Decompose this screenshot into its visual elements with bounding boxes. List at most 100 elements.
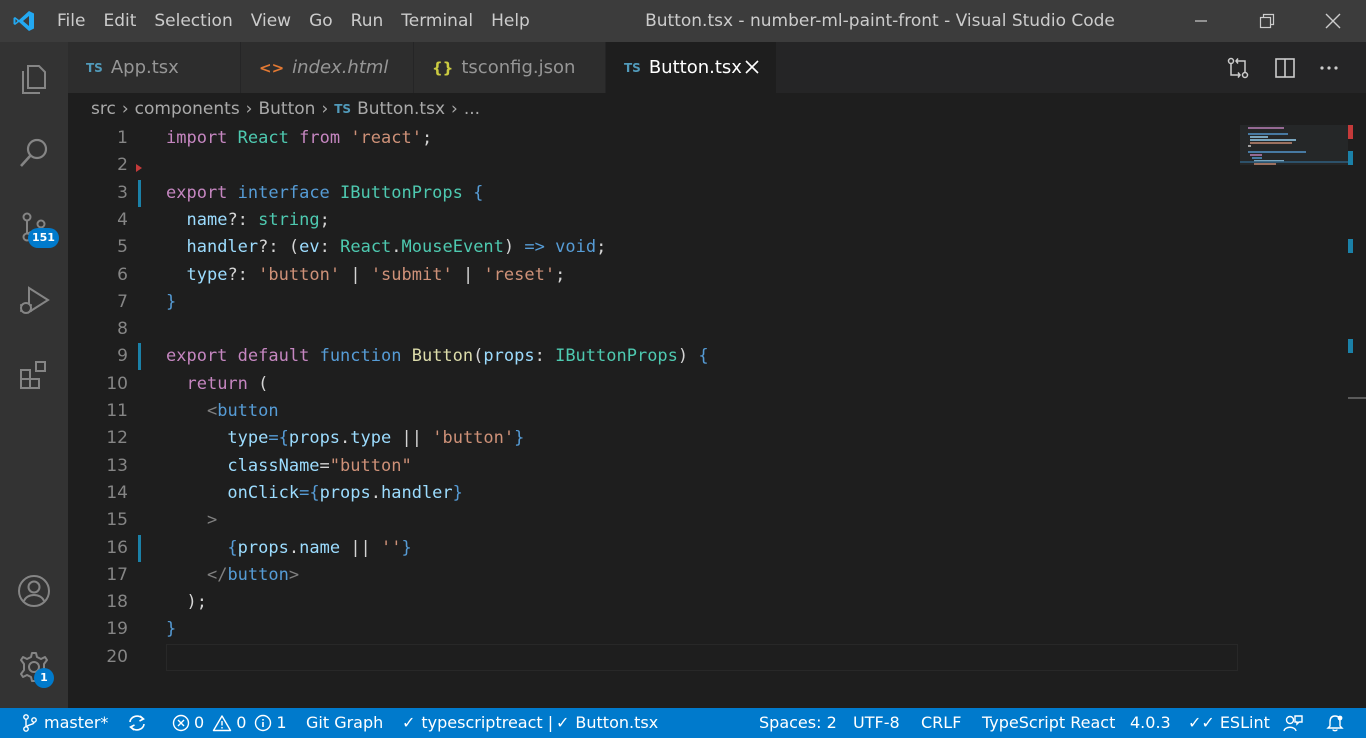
code-line[interactable]: 1 import React from 'react';: [68, 125, 1238, 152]
vscode-logo-icon: [0, 0, 48, 42]
code-line[interactable]: 15 >: [68, 507, 1238, 534]
code-text: >: [206, 510, 218, 531]
extensions-button[interactable]: [0, 338, 68, 412]
menu-run[interactable]: Run: [342, 0, 393, 42]
menu-help[interactable]: Help: [482, 0, 539, 42]
language-mode-selector[interactable]: TypeScript React: [982, 708, 1115, 738]
menu-edit[interactable]: Edit: [94, 0, 145, 42]
code-line[interactable]: 20: [68, 643, 1238, 671]
problems-indicator[interactable]: 0 0 1: [172, 708, 287, 738]
tab-tsconfig-json[interactable]: {} tsconfig.json: [414, 42, 606, 93]
breadcrumb-item[interactable]: components: [135, 99, 240, 119]
typescript-version[interactable]: 4.0.3: [1130, 708, 1171, 738]
close-window-button[interactable]: [1300, 0, 1366, 42]
code-line[interactable]: 12 type={props.type || 'button'}: [68, 425, 1238, 452]
split-editor-button[interactable]: [1271, 54, 1299, 82]
settings-update-badge: 1: [34, 668, 54, 688]
code-line[interactable]: 8: [68, 316, 1238, 343]
language-check-indicator[interactable]: ✓ typescriptreact |: [402, 708, 553, 738]
encoding-selector[interactable]: UTF-8: [853, 708, 900, 738]
code-line[interactable]: 16 {props.name || ''}: [68, 534, 1238, 562]
feedback-button[interactable]: [1283, 708, 1303, 738]
extensions-icon: [20, 361, 46, 389]
code-text: }: [166, 619, 177, 640]
line-number: 15: [106, 510, 128, 531]
eol-selector[interactable]: CRLF: [921, 708, 961, 738]
modified-line-marker: [138, 343, 141, 371]
sync-button[interactable]: [127, 708, 147, 738]
bell-icon: [1326, 715, 1344, 732]
code-line[interactable]: 2: [68, 152, 1238, 179]
code-text: className="button": [227, 455, 412, 476]
search-button[interactable]: [0, 116, 68, 190]
code-line[interactable]: 13 className="button": [68, 453, 1238, 480]
search-icon: [20, 138, 48, 167]
explorer-button[interactable]: [0, 42, 68, 116]
branch-name: master*: [44, 713, 109, 732]
branch-icon: [23, 714, 37, 732]
more-actions-button[interactable]: [1315, 54, 1343, 82]
restore-icon: [1259, 13, 1275, 29]
source-control-button[interactable]: 151: [0, 190, 68, 264]
code-line[interactable]: 4 name?: string;: [68, 207, 1238, 234]
code-editor[interactable]: 1 import React from 'react'; 2 3 export inte…: [68, 125, 1366, 708]
minimap[interactable]: [1240, 125, 1348, 708]
modified-line-marker: [138, 179, 141, 207]
run-debug-button[interactable]: [0, 264, 68, 338]
code-line[interactable]: 7}: [68, 289, 1238, 316]
modified-line-marker: [138, 534, 141, 562]
indentation-selector[interactable]: Spaces: 2: [759, 708, 837, 738]
code-line[interactable]: 10 return (: [68, 371, 1238, 398]
tab-app-tsx[interactable]: TS App.tsx: [68, 42, 241, 93]
editor-tab-bar: TS App.tsx <> index.html {} tsconfig.jso…: [68, 42, 1366, 93]
breadcrumb-item[interactable]: src: [91, 99, 116, 119]
title-bar: File Edit Selection View Go Run Terminal…: [0, 0, 1366, 42]
eslint-status[interactable]: ✓✓ ESLint: [1188, 708, 1270, 738]
restore-button[interactable]: [1234, 0, 1300, 42]
code-text: export interface IButtonProps {: [166, 182, 484, 203]
minimize-button[interactable]: [1168, 0, 1234, 42]
tab-label: tsconfig.json: [461, 57, 576, 78]
tab-index-html[interactable]: <> index.html: [241, 42, 414, 93]
check-icon: ✓: [402, 713, 416, 732]
manage-settings-button[interactable]: 1: [0, 630, 68, 704]
code-line[interactable]: 19}: [68, 616, 1238, 643]
current-line-highlight: [166, 643, 1238, 671]
info-icon: [255, 714, 272, 732]
code-line[interactable]: 9 export default function Button(props: I…: [68, 343, 1238, 371]
code-line[interactable]: 3 export interface IButtonProps {: [68, 179, 1238, 207]
breadcrumb-item[interactable]: Button: [258, 99, 315, 119]
branch-indicator[interactable]: master*: [22, 708, 108, 738]
close-icon: [745, 60, 759, 74]
menu-selection[interactable]: Selection: [145, 0, 241, 42]
close-tab-button[interactable]: [742, 57, 762, 77]
line-number: 6: [117, 264, 128, 285]
file-check-indicator[interactable]: ✓ Button.tsx: [556, 708, 658, 738]
breadcrumb-file[interactable]: Button.tsx: [357, 99, 445, 119]
status-bar: master* 0 0 1 Git Graph ✓ typescriptreac…: [0, 708, 1366, 738]
typescript-file-icon: TS: [334, 102, 352, 116]
accounts-button[interactable]: [0, 554, 68, 628]
code-text: export default function Button(props: IB…: [166, 346, 709, 367]
minimize-icon: [1195, 20, 1207, 22]
open-changes-button[interactable]: [1224, 54, 1252, 82]
code-line[interactable]: 17 </button>: [68, 562, 1238, 589]
code-text: type?: 'button' | 'submit' | 'reset';: [186, 264, 566, 285]
git-graph-button[interactable]: Git Graph: [306, 708, 383, 738]
code-line[interactable]: 18 );: [68, 589, 1238, 616]
code-line[interactable]: 6 type?: 'button' | 'submit' | 'reset';: [68, 262, 1238, 289]
code-line[interactable]: 14 onClick={props.handler}: [68, 480, 1238, 507]
menu-view[interactable]: View: [242, 0, 300, 42]
menu-file[interactable]: File: [48, 0, 94, 42]
change-marker: [1348, 339, 1353, 353]
menu-go[interactable]: Go: [300, 0, 342, 42]
vertical-scrollbar[interactable]: [1348, 125, 1366, 708]
tab-button-tsx[interactable]: TS Button.tsx: [606, 42, 777, 93]
code-line[interactable]: 11 <button: [68, 398, 1238, 425]
line-number: 8: [117, 319, 128, 340]
menu-terminal[interactable]: Terminal: [392, 0, 482, 42]
line-number: 2: [117, 155, 128, 176]
notifications-button[interactable]: [1326, 708, 1344, 738]
code-line[interactable]: 5 handler?: (ev: React.MouseEvent) => vo…: [68, 234, 1238, 261]
breadcrumb-symbols[interactable]: ...: [464, 99, 480, 119]
